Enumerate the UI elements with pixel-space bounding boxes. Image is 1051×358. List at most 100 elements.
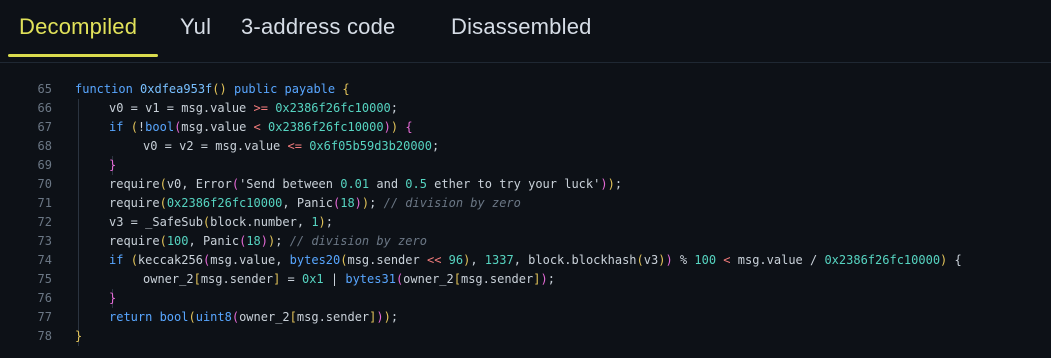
line-number: 65 <box>37 82 52 96</box>
code-token: owner_2 <box>239 310 290 324</box>
code-token: 18 <box>246 234 261 248</box>
code-text: owner_2[msg.sender] = 0x1 | bytes31(owne… <box>143 270 555 289</box>
code-token: v3 = _SafeSub <box>109 215 203 229</box>
code-token: 0xdfea953f <box>140 82 213 96</box>
code-token: << <box>426 253 442 267</box>
code-text: } <box>75 327 82 346</box>
code-token: msg.value, <box>210 253 290 267</box>
code-token: public payable <box>226 82 343 96</box>
code-line: 77 return bool(uint8(owner_2[msg.sender])… <box>0 308 1051 327</box>
code-token: ) <box>318 215 326 229</box>
line-number: 77 <box>37 310 52 324</box>
code-token: } <box>109 291 117 305</box>
code-line: 66 v0 = v1 = msg.value >= 0x2386f26fc1000… <box>0 99 1051 118</box>
tab-disassembled[interactable]: Disassembled <box>451 14 592 40</box>
code-text: require(100, Panic(18)); // division by … <box>109 232 427 251</box>
code-token: } <box>109 158 117 172</box>
code-token: >= <box>253 101 268 115</box>
code-token: ( <box>159 196 167 210</box>
code-token: ( <box>130 120 138 134</box>
code-editor[interactable]: 65 function 0xdfea953f() public payable {… <box>0 80 1051 358</box>
code-text: v0 = v2 = msg.value <= 0x6f05b59d3b20000… <box>143 137 439 156</box>
code-token: 0x2386f26fc10000 <box>268 120 384 134</box>
code-token: { <box>342 82 350 96</box>
line-number: 73 <box>37 234 52 248</box>
code-token: ( <box>231 310 240 324</box>
code-token: ; <box>390 101 399 115</box>
code-token: // division by zero <box>289 234 427 248</box>
line-number: 72 <box>37 215 52 229</box>
code-token: 100 <box>694 253 717 267</box>
code-token: % <box>672 253 695 267</box>
code-token: ; <box>325 215 334 229</box>
code-token: 0.5 <box>405 177 427 191</box>
code-line: 73 require(100, Panic(18)); // division b… <box>0 232 1051 251</box>
code-token: ( <box>188 310 196 324</box>
code-token: msg.sender <box>347 253 427 267</box>
line-number: 68 <box>37 139 52 153</box>
code-line: 72 v3 = _SafeSub(block.number, 1); <box>0 213 1051 232</box>
code-text: v0 = v1 = msg.value >= 0x2386f26fc10000; <box>109 99 398 118</box>
line-number: 66 <box>37 101 52 115</box>
code-token: function <box>75 82 141 96</box>
code-token: ( <box>636 253 644 267</box>
code-text: require(v0, Error('Send between 0.01 and… <box>109 175 622 194</box>
code-token: ; <box>369 196 384 210</box>
code-token: owner_2 <box>403 272 454 286</box>
line-number: 71 <box>37 196 52 210</box>
code-line: 71 require(0x2386f26fc10000, Panic(18)); … <box>0 194 1051 213</box>
code-token: ether to try your luck' <box>426 177 601 191</box>
code-token: v0, Error <box>166 177 232 191</box>
code-token: ; <box>432 139 440 153</box>
code-token: ( <box>130 253 138 267</box>
code-token: ; <box>275 234 290 248</box>
code-token: require <box>109 177 160 191</box>
code-line: 78} <box>0 327 1051 346</box>
code-line: 69} <box>0 156 1051 175</box>
tab-3-address-code[interactable]: 3-address code <box>241 14 395 40</box>
code-token: ( <box>212 82 220 96</box>
code-token: bytes20 <box>289 253 341 267</box>
code-token: 'Send between <box>239 177 341 191</box>
code-token: ) <box>607 177 615 191</box>
code-token: 18 <box>340 196 355 210</box>
code-token: 0x6f05b59d3b20000 <box>309 139 433 153</box>
line-number: 78 <box>37 329 52 343</box>
tab-yul[interactable]: Yul <box>180 14 211 40</box>
code-token: 0x2386f26fc10000 <box>275 101 391 115</box>
code-token: ) <box>665 253 673 267</box>
code-text: } <box>109 156 116 175</box>
code-token: } <box>75 329 83 343</box>
code-text: if (!bool(msg.value < 0x2386f26fc10000))… <box>109 118 413 137</box>
code-text: require(0x2386f26fc10000, Panic(18)); //… <box>109 194 521 213</box>
code-token: ) <box>540 272 548 286</box>
code-token: return <box>109 310 160 324</box>
decompiler-panel: Decompiled Yul 3-address code Disassembl… <box>0 0 1051 358</box>
code-token: { <box>947 253 962 267</box>
code-token: ) <box>354 196 362 210</box>
code-token: and <box>369 177 406 191</box>
code-token: 0x1 <box>301 272 324 286</box>
line-number: 69 <box>37 158 52 172</box>
code-token: v3 <box>643 253 659 267</box>
tab-decompiled[interactable]: Decompiled <box>19 14 137 40</box>
code-text: } <box>109 289 116 308</box>
code-text: return bool(uint8(owner_2[msg.sender])); <box>109 308 398 327</box>
code-token: keccak256 <box>137 253 203 267</box>
active-tab-indicator <box>8 54 158 57</box>
code-token: ; <box>547 272 555 286</box>
code-token: ) <box>219 82 227 96</box>
view-tabs: Decompiled Yul 3-address code Disassembl… <box>0 0 1051 63</box>
code-token: , Panic <box>188 234 240 248</box>
code-line: 68 v0 = v2 = msg.value <= 0x6f05b59d3b200… <box>0 137 1051 156</box>
code-line: 65 function 0xdfea953f() public payable { <box>0 80 1051 99</box>
code-token: msg.value <box>181 120 254 134</box>
code-token: [ <box>289 310 297 324</box>
code-token: ) <box>600 177 608 191</box>
code-token: ; <box>614 177 623 191</box>
line-number: 75 <box>37 272 52 286</box>
code-token: require <box>109 196 160 210</box>
code-token: , Panic <box>282 196 333 210</box>
